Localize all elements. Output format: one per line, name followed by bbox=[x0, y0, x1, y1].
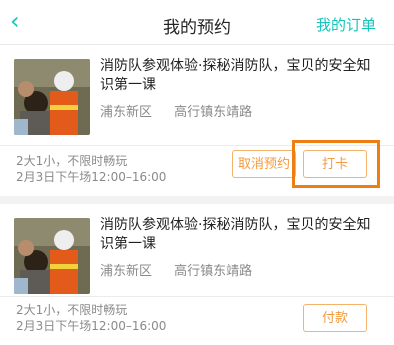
booking-info: 消防队参观体验·探秘消防队，宝贝的安全知识第一课 浦东新区 高行镇东靖路 bbox=[100, 216, 378, 279]
session-time: 2月3日下午场12:00–16:00 bbox=[16, 170, 167, 184]
party-info: 2大1小，不限时畅玩 bbox=[16, 303, 128, 317]
address-label: 高行镇东靖路 bbox=[174, 105, 253, 120]
booking-info: 消防队参观体验·探秘消防队，宝贝的安全知识第一课 浦东新区 高行镇东靖路 bbox=[100, 57, 378, 120]
party-info: 2大1小，不限时畅玩 bbox=[16, 154, 128, 168]
cancel-booking-button[interactable]: 取消预约 bbox=[232, 150, 296, 178]
activity-location: 浦东新区 高行镇东靖路 bbox=[100, 260, 378, 279]
district-label: 浦东新区 bbox=[100, 105, 153, 120]
address-label: 高行镇东靖路 bbox=[174, 264, 253, 279]
activity-title: 消防队参观体验·探秘消防队，宝贝的安全知识第一课 bbox=[100, 217, 371, 252]
checkin-highlight-box bbox=[292, 140, 380, 188]
top-nav-bar: ‹ 我的预约 我的订单 bbox=[0, 0, 394, 45]
card-divider bbox=[0, 296, 394, 297]
booking-meta: 2大1小，不限时畅玩 2月3日下午场12:00–16:00 bbox=[16, 302, 166, 334]
pay-button[interactable]: 付款 bbox=[303, 304, 367, 332]
my-orders-link[interactable]: 我的订单 bbox=[316, 14, 376, 35]
booking-card[interactable]: 消防队参观体验·探秘消防队，宝贝的安全知识第一课 浦东新区 高行镇东靖路 2大1… bbox=[0, 204, 394, 345]
activity-thumbnail bbox=[14, 218, 90, 294]
activity-title: 消防队参观体验·探秘消防队，宝贝的安全知识第一课 bbox=[100, 58, 371, 93]
activity-thumbnail bbox=[14, 59, 90, 135]
session-time: 2月3日下午场12:00–16:00 bbox=[16, 319, 167, 333]
booking-meta: 2大1小，不限时畅玩 2月3日下午场12:00–16:00 bbox=[16, 153, 166, 185]
activity-location: 浦东新区 高行镇东靖路 bbox=[100, 101, 378, 120]
booking-card[interactable]: 消防队参观体验·探秘消防队，宝贝的安全知识第一课 浦东新区 高行镇东靖路 2大1… bbox=[0, 45, 394, 196]
district-label: 浦东新区 bbox=[100, 264, 153, 279]
